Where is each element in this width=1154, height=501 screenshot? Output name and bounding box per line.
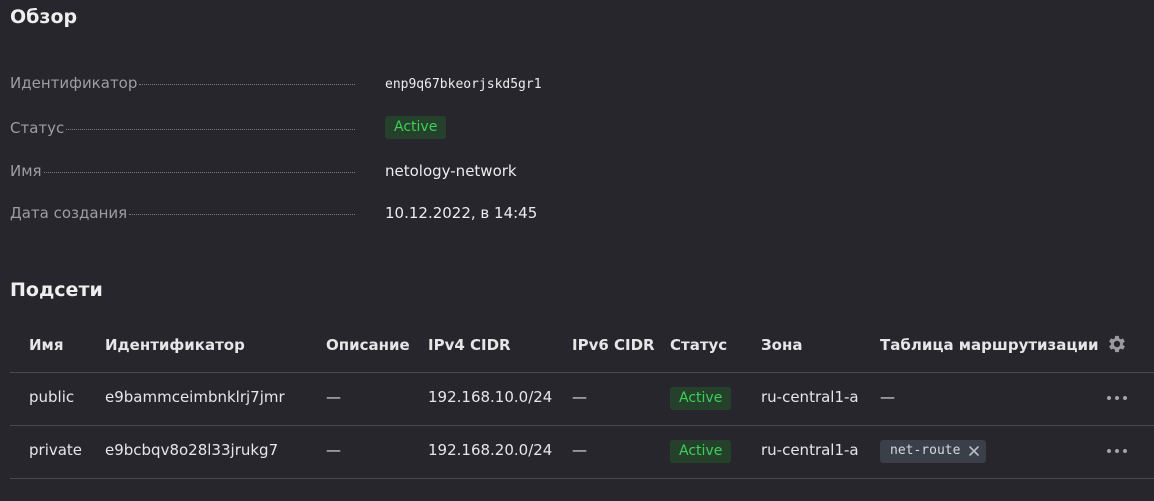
cell-status: Active <box>670 387 732 410</box>
column-header-name[interactable]: Имя <box>29 336 63 354</box>
cell-id: e9bammceimbnklrj7jmr <box>105 388 285 406</box>
cell-ipv6: — <box>572 388 587 406</box>
cell-zone: ru-central1-a <box>761 388 859 406</box>
cell-route-table: net-route <box>880 440 987 463</box>
network-id-value: enp9q67bkeorjskd5gr1 <box>385 77 542 92</box>
property-label-name: Имя <box>10 162 42 180</box>
cell-description: — <box>326 441 341 459</box>
property-label-id: Идентификатор <box>10 74 138 92</box>
cell-route-table: — <box>880 388 895 406</box>
more-horizontal-icon[interactable] <box>1106 388 1128 408</box>
cell-ipv6: — <box>572 441 587 459</box>
column-header-ipv6[interactable]: IPv6 CIDR <box>572 336 655 354</box>
table-row[interactable]: public e9bammceimbnklrj7jmr — 192.168.10… <box>10 373 1154 426</box>
table-header: Имя Идентификатор Описание IPv4 CIDR IPv… <box>10 320 1154 373</box>
network-status-value: Active <box>385 116 447 139</box>
route-table-tag[interactable]: net-route <box>880 440 987 463</box>
dotted-leader <box>139 84 355 85</box>
cell-ipv4: 192.168.20.0/24 <box>428 441 553 459</box>
property-row-status: Статус <box>10 119 355 139</box>
status-badge: Active <box>670 387 732 410</box>
network-name-value: netology-network <box>385 162 517 180</box>
property-label-status: Статус <box>10 119 65 137</box>
property-row-id: Идентификатор <box>10 74 355 94</box>
column-header-status[interactable]: Статус <box>670 336 727 354</box>
column-header-zone[interactable]: Зона <box>761 336 802 354</box>
cell-name: private <box>29 441 83 459</box>
dotted-leader <box>43 172 355 173</box>
cell-zone: ru-central1-a <box>761 441 859 459</box>
column-header-id[interactable]: Идентификатор <box>105 336 245 354</box>
cell-id: e9bcbqv8o28l33jrukg7 <box>105 441 279 459</box>
cell-status: Active <box>670 440 732 463</box>
close-icon[interactable] <box>968 445 980 457</box>
status-badge: Active <box>385 116 447 139</box>
overview-title: Обзор <box>10 6 78 28</box>
route-table-tag-label: net-route <box>890 443 961 458</box>
property-label-created: Дата создания <box>10 204 128 222</box>
cell-name: public <box>29 388 75 406</box>
table-row[interactable]: private e9bcbqv8o28l33jrukg7 — 192.168.2… <box>10 426 1154 479</box>
network-created-value: 10.12.2022, в 14:45 <box>385 204 538 222</box>
column-header-route-table[interactable]: Таблица маршрутизации <box>880 336 1099 354</box>
cell-ipv4: 192.168.10.0/24 <box>428 388 553 406</box>
property-row-created: Дата создания <box>10 204 355 224</box>
subnets-title: Подсети <box>10 279 103 301</box>
status-badge: Active <box>670 440 732 463</box>
subnets-table: Имя Идентификатор Описание IPv4 CIDR IPv… <box>10 320 1154 479</box>
dotted-leader <box>129 214 355 215</box>
column-header-ipv4[interactable]: IPv4 CIDR <box>428 336 511 354</box>
property-row-name: Имя <box>10 162 355 182</box>
gear-icon[interactable] <box>1106 333 1128 355</box>
cell-description: — <box>326 388 341 406</box>
dotted-leader <box>66 129 355 130</box>
column-header-description[interactable]: Описание <box>326 336 410 354</box>
more-horizontal-icon[interactable] <box>1106 441 1128 461</box>
